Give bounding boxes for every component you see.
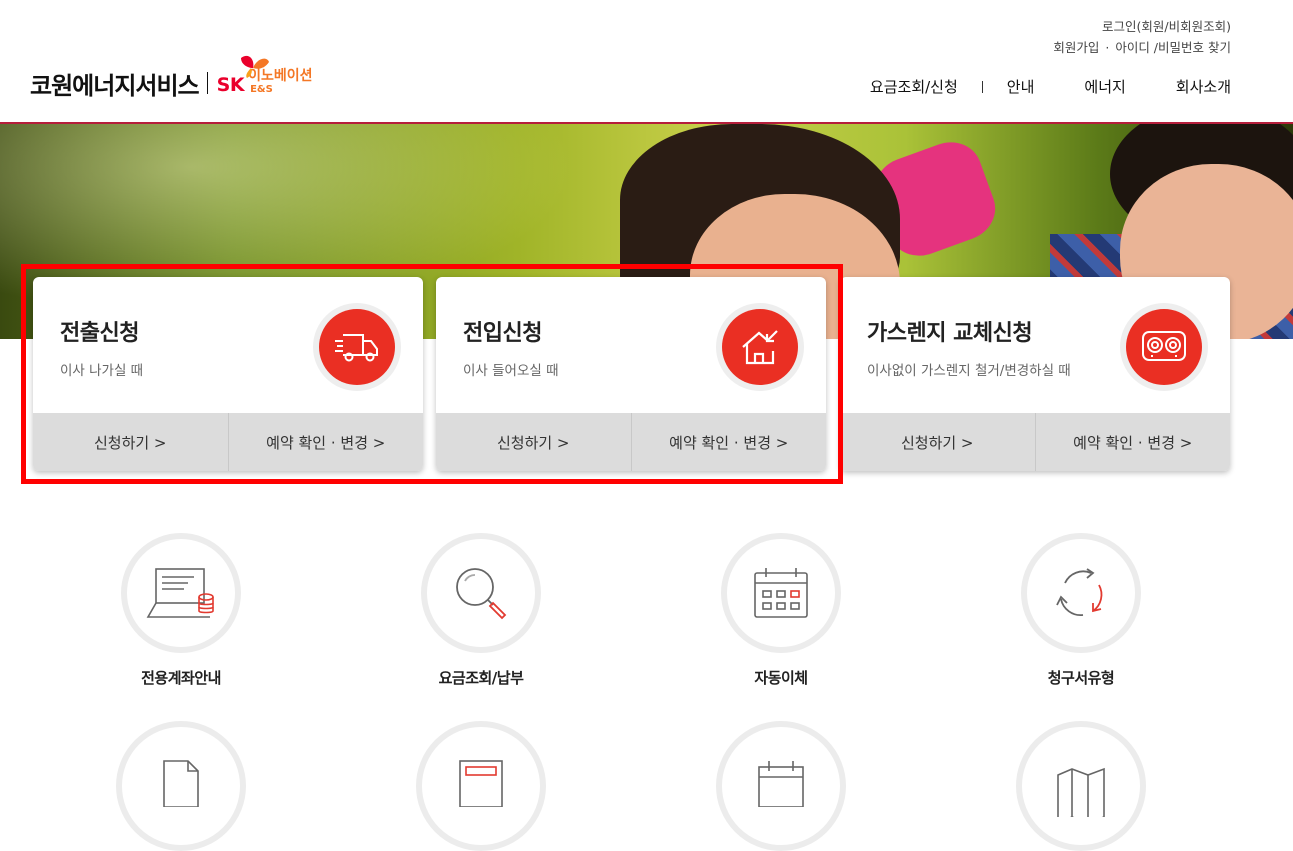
quick-menu-row2-item[interactable]: [416, 721, 546, 851]
calendar-icon: [754, 568, 808, 618]
site-logo[interactable]: 코원에너지서비스 SK 이노베이션 E&S: [30, 55, 312, 108]
top-links: 로그인(회원/비회원조회) 회원가입 · 아이디 /비밀번호 찾기: [1053, 16, 1231, 58]
recycle-arrows-icon: [1056, 568, 1103, 617]
quick-menu-row2-item[interactable]: [116, 721, 246, 851]
signup-link[interactable]: 회원가입: [1053, 40, 1099, 55]
card-description: 이사없이 가스렌지 철거/변경하실 때: [867, 363, 1071, 379]
move-in-card: 전입신청 이사 들어오실 때 신청하기 > 예약 확인 · 변경 >: [436, 277, 826, 471]
sk-butterfly-icon: [240, 55, 269, 78]
card-title: 가스렌지 교체신청: [867, 321, 1033, 346]
login-link[interactable]: 로그인(회원/비회원조회): [1102, 19, 1231, 34]
card-title: 전입신청: [463, 321, 542, 346]
quick-menu-row2-item[interactable]: [716, 721, 846, 851]
quick-menu-bill-payment[interactable]: 요금조회/납부: [416, 533, 546, 688]
quick-menu-label: 자동이체: [754, 669, 808, 687]
document-icon: [163, 760, 199, 807]
gas-range-icon: [1142, 331, 1186, 361]
nav-bill-inquiry[interactable]: 요금조회/신청: [870, 76, 958, 97]
card-description: 이사 나가실 때: [60, 363, 144, 379]
apply-button[interactable]: 신청하기 >: [33, 413, 228, 471]
card-description: 이사 들어오실 때: [463, 363, 559, 379]
house-arrow-icon: [742, 330, 778, 365]
nav-company[interactable]: 회사소개: [1176, 76, 1231, 97]
nav-guide[interactable]: 안내: [1007, 76, 1035, 97]
quick-menu-label: 전용계좌안내: [141, 669, 221, 687]
gas-range-replace-card: 가스렌지 교체신청 이사없이 가스렌지 철거/변경하실 때 신청하기 > 예약 …: [840, 277, 1230, 471]
separator-dot: ·: [1105, 40, 1110, 55]
reservation-check-button[interactable]: 예약 확인 · 변경 >: [1036, 413, 1231, 471]
find-account-link[interactable]: 아이디 /비밀번호 찾기: [1115, 40, 1231, 55]
sk-es-text: E&S: [250, 84, 273, 95]
quick-menu-label: 청구서유형: [1047, 669, 1115, 687]
moving-truck-icon: [335, 334, 378, 362]
apply-button[interactable]: 신청하기 >: [840, 413, 1035, 471]
nav-energy[interactable]: 에너지: [1084, 76, 1125, 97]
apply-button[interactable]: 신청하기 >: [436, 413, 631, 471]
form-icon: [459, 760, 503, 807]
move-out-card: 전출신청 이사 나가실 때 신청하기 > 예약 확인 · 변경 >: [33, 277, 423, 471]
logo-divider: [206, 72, 208, 94]
quick-menu-bill-type[interactable]: 청구서유형: [1016, 533, 1146, 688]
calendar-icon: [758, 761, 804, 807]
gas-range-icon-button[interactable]: [1120, 303, 1208, 391]
main-nav: 요금조회/신청 안내 에너지 회사소개: [870, 76, 1231, 97]
laptop-coins-icon: [146, 568, 214, 618]
reservation-check-button[interactable]: 예약 확인 · 변경 >: [229, 413, 424, 471]
quick-menu-dedicated-account[interactable]: 전용계좌안내: [116, 533, 246, 688]
map-icon: [1057, 767, 1105, 817]
nav-divider: [981, 80, 983, 93]
quick-menu-row2-item[interactable]: [1016, 721, 1146, 851]
moving-truck-icon-button[interactable]: [313, 303, 401, 391]
card-title: 전출신청: [60, 321, 139, 346]
quick-menu-auto-transfer[interactable]: 자동이체: [716, 533, 846, 688]
house-arrow-icon-button[interactable]: [716, 303, 804, 391]
quick-menu-label: 요금조회/납부: [438, 669, 524, 687]
sk-logo: SK 이노베이션 E&S: [217, 55, 312, 96]
magnifier-icon: [456, 568, 507, 620]
reservation-check-button[interactable]: 예약 확인 · 변경 >: [632, 413, 827, 471]
company-name: 코원에너지서비스: [30, 71, 200, 100]
